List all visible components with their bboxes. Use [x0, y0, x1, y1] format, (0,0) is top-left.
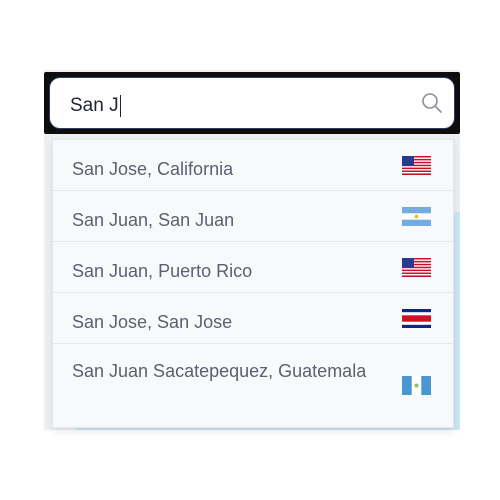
result-item-san-juan-sacatepequez-guatemala[interactable]: San Juan Sacatepequez, Guatemala	[53, 344, 453, 427]
result-label: San Jose, California	[72, 159, 234, 179]
results-dropdown: San Jose, California San Juan, San Juan …	[52, 139, 454, 428]
us-flag-icon	[402, 156, 431, 175]
result-label: San Juan, Puerto Rico	[72, 261, 253, 281]
us-flag-icon	[402, 258, 431, 277]
result-label: San Juan, San Juan	[72, 210, 235, 230]
search-bar: San J	[44, 72, 460, 134]
costa-rica-flag-icon	[402, 309, 431, 328]
text-caret	[119, 95, 121, 117]
result-label: San Juan Sacatepequez, Guatemala	[72, 361, 367, 381]
guatemala-flag-icon	[402, 376, 431, 395]
result-label: San Jose, San Jose	[72, 312, 233, 332]
result-item-san-jose-san-jose[interactable]: San Jose, San Jose	[53, 293, 453, 344]
result-item-san-jose-california[interactable]: San Jose, California	[53, 140, 453, 191]
result-item-san-juan-puerto-rico[interactable]: San Juan, Puerto Rico	[53, 242, 453, 293]
argentina-flag-icon	[402, 207, 431, 226]
result-item-san-juan-san-juan[interactable]: San Juan, San Juan	[53, 191, 453, 242]
search-input-value: San J	[70, 95, 119, 116]
search-input[interactable]: San J	[49, 77, 455, 129]
search-icon[interactable]	[420, 91, 444, 115]
